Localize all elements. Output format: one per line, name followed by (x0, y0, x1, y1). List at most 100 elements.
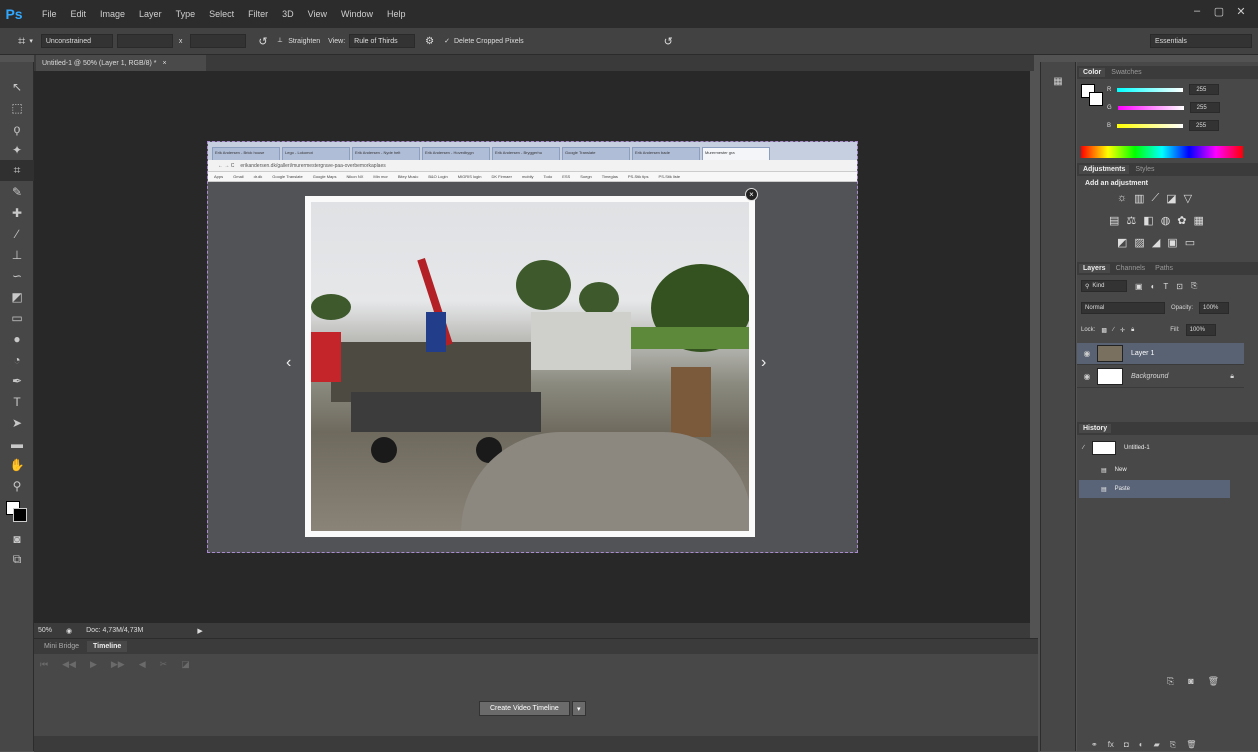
clear-icon[interactable]: ↺ (258, 35, 267, 48)
crop-width-field[interactable] (116, 34, 173, 48)
visibility-eye-icon[interactable]: ◉ (1077, 349, 1097, 358)
play-icon[interactable]: ▶ (90, 659, 97, 670)
color-swatches-icon[interactable] (0, 496, 34, 528)
menu-select[interactable]: Select (209, 9, 234, 19)
fill-field[interactable]: 100% (1185, 324, 1216, 336)
crop-tool-icon[interactable]: ⌗ (0, 160, 34, 181)
path-selection-tool-icon[interactable]: ➤ (0, 412, 34, 433)
audio-icon[interactable]: ◀ (139, 659, 146, 670)
reset-icon[interactable]: ↺ (664, 35, 673, 48)
document-canvas[interactable]: Erik Andersen - Brick house Lego - Lokom… (207, 141, 858, 553)
gradient-tool-icon[interactable]: ▭ (0, 307, 34, 328)
tab-styles[interactable]: Styles (1131, 165, 1158, 174)
lock-transparent-icon[interactable]: ▩ (1101, 327, 1107, 334)
history-brush-tool-icon[interactable]: ∽ (0, 265, 34, 286)
b-slider[interactable] (1117, 123, 1184, 128)
channel-mixer-icon[interactable]: ✿ (1177, 214, 1186, 227)
tab-timeline[interactable]: Timeline (87, 641, 128, 652)
visibility-eye-icon[interactable]: ◉ (1077, 372, 1097, 381)
delete-layer-icon[interactable]: 🗑︎ (1186, 740, 1196, 750)
new-group-icon[interactable]: ▰ (1154, 740, 1160, 750)
minimize-icon[interactable]: – (1188, 4, 1206, 18)
invert-icon[interactable]: ◩ (1117, 236, 1127, 249)
menu-image[interactable]: Image (100, 9, 125, 19)
hue-saturation-icon[interactable]: ▤ (1109, 214, 1119, 227)
ratio-select[interactable]: Unconstrained (40, 34, 113, 48)
brush-tool-icon[interactable]: ∕ (0, 223, 34, 244)
transition-icon[interactable]: ◪ (181, 659, 190, 670)
next-frame-icon[interactable]: ▶▶ (111, 659, 125, 670)
split-icon[interactable]: ✂ (160, 659, 168, 670)
gear-icon[interactable]: ⚙ (425, 36, 434, 47)
lock-paint-icon[interactable]: ∕ (1113, 327, 1114, 333)
history-item[interactable]: ▤ New (1079, 461, 1230, 479)
menu-file[interactable]: File (42, 9, 57, 19)
first-frame-icon[interactable]: ⏮ (40, 659, 48, 670)
new-layer-icon[interactable]: ⎘ (1170, 740, 1176, 750)
straighten-icon[interactable]: ⟂ (278, 37, 283, 45)
type-tool-icon[interactable]: T (0, 391, 34, 412)
color-lookup-icon[interactable]: ▦ (1194, 214, 1204, 227)
filter-adjustment-icon[interactable]: ◐ (1151, 282, 1156, 291)
b-value[interactable]: 255 (1189, 120, 1220, 131)
link-layers-icon[interactable]: ⚭ (1091, 740, 1098, 750)
menu-type[interactable]: Type (176, 9, 196, 19)
color-spectrum[interactable] (1081, 146, 1243, 158)
filter-pixel-icon[interactable]: ▣ (1135, 282, 1143, 291)
menu-help[interactable]: Help (387, 9, 406, 19)
workspace-select[interactable]: Essentials (1150, 34, 1252, 48)
tool-preset-arrow-icon[interactable]: ▾ (29, 37, 33, 45)
menu-3d[interactable]: 3D (282, 9, 294, 19)
vibrance-icon[interactable]: ▽ (1184, 192, 1192, 205)
delete-cropped-checkbox[interactable]: ✓ (444, 37, 450, 45)
straighten-label[interactable]: Straighten (288, 38, 320, 45)
snapshot-camera-icon[interactable]: ◙ (1188, 676, 1193, 687)
history-snapshot[interactable]: ∕ Untitled-1 (1079, 439, 1230, 457)
eraser-tool-icon[interactable]: ◩ (0, 286, 34, 307)
opacity-field[interactable]: 100% (1199, 302, 1230, 314)
layer-row[interactable]: ◉ Layer 1 (1077, 343, 1244, 365)
tab-adjustments[interactable]: Adjustments (1079, 165, 1130, 174)
selective-color-icon[interactable]: ▣ (1167, 236, 1177, 249)
lock-move-icon[interactable]: ✛ (1120, 327, 1125, 334)
panel-toggle-icon[interactable]: ▦ (1049, 76, 1067, 94)
blend-mode-select[interactable]: Normal (1081, 302, 1165, 314)
tab-layers[interactable]: Layers (1079, 264, 1110, 273)
tab-channels[interactable]: Channels (1112, 264, 1150, 273)
photo-filter-icon[interactable]: ◍ (1161, 214, 1171, 227)
maximize-icon[interactable]: ▢ (1210, 4, 1228, 18)
move-tool-icon[interactable]: ↖ (0, 76, 34, 97)
screen-mode-icon[interactable]: ⧉ (0, 549, 34, 570)
g-slider[interactable] (1117, 105, 1184, 110)
tab-history[interactable]: History (1079, 424, 1112, 433)
menu-view[interactable]: View (308, 9, 327, 19)
menu-layer[interactable]: Layer (139, 9, 162, 19)
color-balance-icon[interactable]: ⚖ (1126, 214, 1136, 227)
tab-color[interactable]: Color (1079, 68, 1106, 77)
timeline-dropdown-icon[interactable]: ▾ (571, 701, 586, 716)
layer-row[interactable]: ◉ Background 🔒︎ (1077, 366, 1244, 388)
overlay-select[interactable]: Rule of Thirds (349, 34, 416, 48)
crop-tool-icon[interactable]: ⌗ (18, 33, 25, 49)
threshold-icon[interactable]: ◢ (1152, 236, 1160, 249)
levels-icon[interactable]: ▥ (1134, 192, 1144, 205)
gradient-map-icon[interactable]: ▭ (1185, 236, 1195, 249)
layer-filter-select[interactable]: ⚲ Kind (1081, 280, 1127, 292)
pen-tool-icon[interactable]: ✒ (0, 370, 34, 391)
exposure-icon[interactable]: ◪ (1166, 192, 1176, 205)
prev-frame-icon[interactable]: ◀◀ (62, 659, 76, 670)
tab-mini-bridge[interactable]: Mini Bridge (38, 641, 85, 652)
lock-all-icon[interactable]: 🔒︎ (1131, 327, 1134, 334)
add-mask-icon[interactable]: ◘ (1124, 740, 1129, 750)
filter-smart-icon[interactable]: ⎘ (1191, 281, 1197, 291)
posterize-icon[interactable]: ▨ (1134, 236, 1144, 249)
close-tab-icon[interactable]: × (163, 60, 167, 67)
dodge-tool-icon[interactable]: ◔ (0, 349, 34, 370)
menu-window[interactable]: Window (341, 9, 373, 19)
quick-mask-icon[interactable]: ◙ (0, 528, 34, 549)
zoom-level[interactable]: 50% (38, 627, 52, 634)
tab-swatches[interactable]: Swatches (1107, 68, 1145, 77)
blur-tool-icon[interactable]: ● (0, 328, 34, 349)
g-value[interactable]: 255 (1189, 102, 1220, 113)
filter-type-icon[interactable]: T (1163, 282, 1168, 291)
